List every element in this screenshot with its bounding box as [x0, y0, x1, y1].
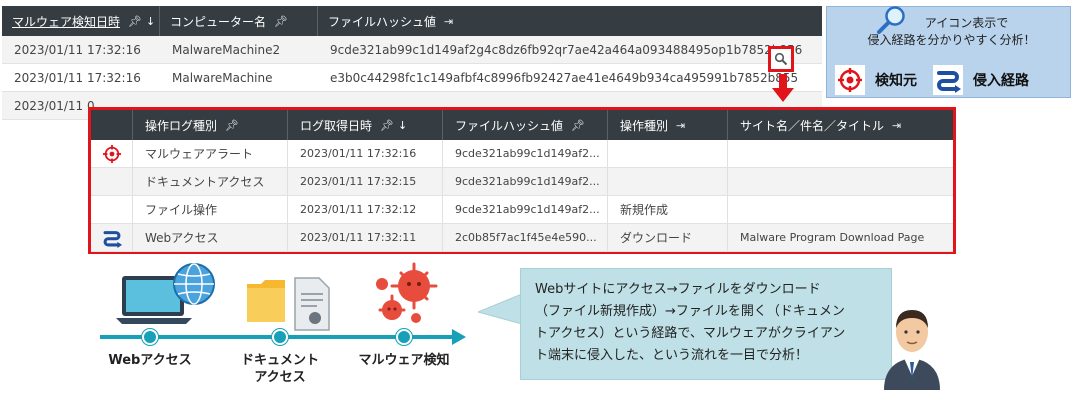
column-header-log-type[interactable]: 操作ログ種別 📌︎ — [133, 110, 288, 140]
table-row[interactable]: マルウェアアラート 2023/01/11 17:32:16 9cde321ab9… — [91, 140, 953, 168]
timeline-label-web: Webアクセス — [108, 353, 192, 368]
sort-down-icon[interactable]: ↓ — [146, 15, 155, 28]
table-header: マルウェア検知日時 📌︎ ↓ コンピューター名 📌︎ ファイルハッシュ値 ⇥ — [2, 6, 822, 36]
magnifier-icon — [774, 52, 788, 66]
table-row[interactable]: ファイル操作 2023/01/11 17:32:12 9cde321ab99c1… — [91, 196, 953, 224]
detail-table-header: 操作ログ種別 📌︎ ログ取得日時 📌︎ ↓ ファイルハッシュ値 📌︎ 操作種別 … — [91, 110, 953, 140]
businessman-icon — [884, 310, 940, 390]
timeline-label-malware: マルウェア検知 — [358, 353, 450, 368]
target-icon — [102, 144, 121, 163]
icon-legend-panel: アイコン表示で 侵入経路を分かりやすく分析！ 検知元 侵入経路 — [826, 6, 1071, 98]
pin-icon[interactable]: 📌︎ — [274, 15, 288, 28]
pin-icon[interactable]: 📌︎ — [225, 119, 239, 132]
timeline-dot-document — [272, 329, 288, 345]
pin-icon[interactable]: 📌︎ — [128, 15, 142, 28]
column-header-file-hash[interactable]: ファイルハッシュ値 📌︎ — [443, 110, 608, 140]
unpin-icon[interactable]: ⇥ — [892, 119, 901, 132]
legend-detect-label: 検知元 — [875, 73, 917, 89]
table-row[interactable]: ドキュメントアクセス 2023/01/11 17:32:15 9cde321ab… — [91, 168, 953, 196]
timeline-dot-web — [142, 329, 158, 345]
column-header-detection-date[interactable]: マルウェア検知日時 📌︎ ↓ — [2, 6, 160, 36]
laptop-web-icon — [116, 263, 215, 324]
explanation-callout: Webサイトにアクセス→ファイルをダウンロード （ファイル新規作成）→ファイルを… — [520, 268, 892, 380]
down-arrow-icon — [772, 74, 794, 102]
column-header-computer-name[interactable]: コンピューター名 📌︎ — [160, 6, 318, 36]
legend-text-line2: 侵入経路を分かりやすく分析！ — [867, 33, 1036, 47]
unpin-icon[interactable]: ⇥ — [444, 15, 453, 28]
unpin-icon[interactable]: ⇥ — [676, 119, 685, 132]
timeline-arrowhead — [452, 329, 466, 345]
column-header-log-date[interactable]: ログ取得日時 📌︎ ↓ — [288, 110, 443, 140]
target-icon — [838, 68, 862, 92]
legend-text-line1: アイコン表示で — [924, 16, 1009, 30]
pin-icon[interactable]: 📌︎ — [571, 119, 585, 132]
operation-log-popup: 操作ログ種別 📌︎ ログ取得日時 📌︎ ↓ ファイルハッシュ値 📌︎ 操作種別 … — [88, 107, 956, 254]
detection-source-icon — [835, 65, 865, 95]
sort-down-icon[interactable]: ↓ — [398, 119, 407, 132]
table-row[interactable]: 2023/01/11 17:32:16 MalwareMachine2 9cde… — [2, 36, 822, 64]
intrusion-timeline: Webアクセス ドキュメント アクセス マルウェア検知 — [100, 262, 480, 397]
detail-table-body: マルウェアアラート 2023/01/11 17:32:16 9cde321ab9… — [91, 140, 953, 252]
callout-tail — [478, 293, 522, 325]
legend-route-label: 侵入経路 — [973, 73, 1029, 89]
column-header-site-name[interactable]: サイト名／件名／タイトル ⇥ — [728, 110, 953, 140]
table-row[interactable]: 2023/01/11 17:32:16 MalwareMachine e3b0c… — [2, 64, 822, 92]
virus-icon — [376, 262, 438, 323]
malware-detection-table: マルウェア検知日時 📌︎ ↓ コンピューター名 📌︎ ファイルハッシュ値 ⇥ 2… — [2, 6, 822, 120]
pin-icon[interactable]: 📌︎ — [380, 119, 394, 132]
route-icon — [937, 71, 961, 93]
timeline-dot-malware — [396, 329, 412, 345]
documents-icon — [247, 277, 330, 331]
route-icon — [103, 230, 122, 248]
column-header-operation-type[interactable]: 操作種別 ⇥ — [608, 110, 728, 140]
table-row[interactable]: Webアクセス 2023/01/11 17:32:11 2c0b85f7ac1f… — [91, 224, 953, 252]
intrusion-route-icon — [933, 65, 963, 95]
timeline-label-document: ドキュメント アクセス — [240, 353, 319, 385]
column-header-file-hash[interactable]: ファイルハッシュ値 ⇥ — [318, 6, 822, 36]
search-icon-button[interactable] — [768, 46, 794, 72]
